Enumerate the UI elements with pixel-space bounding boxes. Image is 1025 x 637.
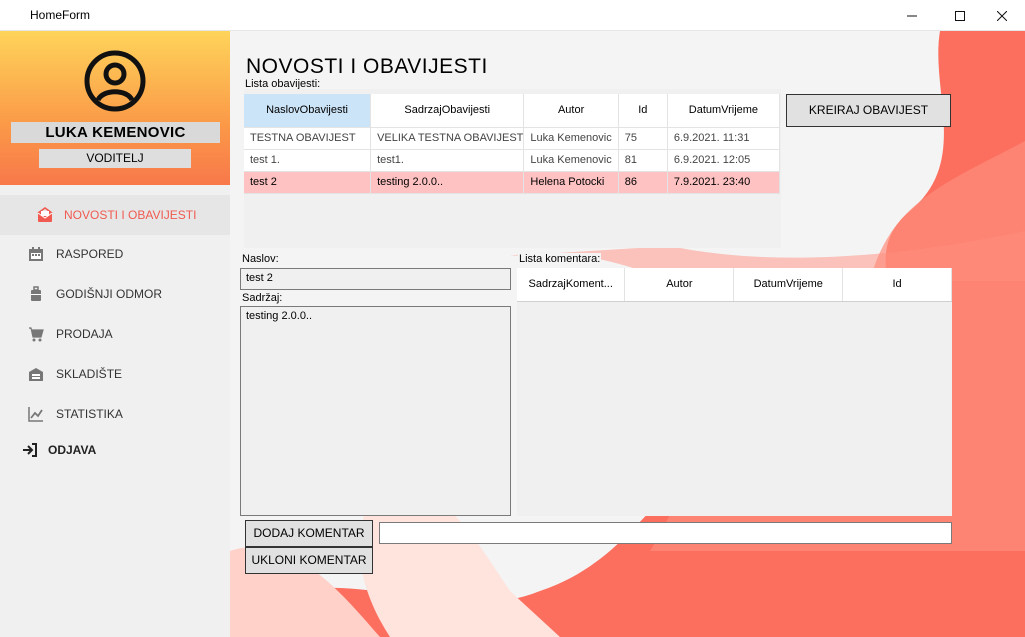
chart-line-icon: [28, 406, 44, 422]
maximize-icon: [955, 10, 965, 21]
create-announcement-button[interactable]: KREIRAJ OBAVIJEST: [786, 94, 951, 127]
sidebar: LUKA KEMENOVIC VODITELJ NOVOSTI I OBAVIJ…: [0, 31, 230, 637]
close-icon: [997, 10, 1007, 21]
table-cell: 6.9.2021. 11:31: [667, 127, 781, 150]
column-header[interactable]: NaslovObavijesti: [244, 94, 372, 128]
warehouse-icon: [28, 366, 44, 382]
table-row[interactable]: TESTNA OBAVIJEST VELIKA TESTNA OBAVIJEST…: [244, 127, 781, 150]
cart-icon: [28, 326, 44, 342]
column-header[interactable]: Id: [618, 94, 668, 128]
table-cell: 86: [618, 171, 668, 194]
column-header[interactable]: DatumVrijeme: [733, 268, 844, 302]
announcements-table[interactable]: NaslovObavijesti SadrzajObavijesti Autor…: [244, 94, 781, 194]
luggage-icon: [28, 286, 44, 302]
nav-label: PRODAJA: [56, 327, 113, 341]
comments-label: Lista komentara:: [518, 253, 602, 265]
table-row[interactable]: test 1. test1. Luka Kemenovic 81 6.9.202…: [244, 149, 781, 172]
column-header[interactable]: DatumVrijeme: [667, 94, 781, 128]
table-cell: VELIKA TESTNA OBAVIJEST: [370, 127, 525, 150]
profile-panel: LUKA KEMENOVIC VODITELJ: [0, 31, 230, 185]
title-bar: HomeForm: [0, 0, 1025, 31]
main-content: NOVOSTI I OBAVIJESTI Lista obavijesti: N…: [230, 31, 1025, 637]
close-button[interactable]: [979, 0, 1025, 31]
content-field[interactable]: testing 2.0.0..: [240, 306, 511, 516]
maximize-button[interactable]: [937, 0, 983, 31]
table-cell: Luka Kemenovic: [523, 127, 619, 150]
table-cell: testing 2.0.0..: [370, 171, 525, 194]
table-cell: Luka Kemenovic: [523, 149, 619, 172]
page-title: NOVOSTI I OBAVIJESTI: [246, 55, 488, 78]
table-cell: 75: [618, 127, 668, 150]
mail-open-icon: [37, 207, 53, 223]
table-cell: test 1.: [244, 149, 372, 172]
table-row-selected[interactable]: test 2 testing 2.0.0.. Helena Potocki 86…: [244, 171, 781, 194]
nav-item-prodaja[interactable]: PRODAJA: [0, 314, 230, 354]
user-name: LUKA KEMENOVIC: [11, 122, 220, 143]
column-header[interactable]: SadrzajKoment...: [517, 268, 626, 302]
column-header[interactable]: Autor: [624, 268, 735, 302]
table-cell: test 2: [244, 171, 372, 194]
nav-label: STATISTIKA: [56, 407, 123, 421]
column-header[interactable]: Autor: [523, 94, 619, 128]
minimize-button[interactable]: [889, 0, 935, 31]
table-cell: Helena Potocki: [523, 171, 619, 194]
nav-item-novosti[interactable]: NOVOSTI I OBAVIJESTI: [0, 195, 230, 235]
nav-item-skladiste[interactable]: SKLADIŠTE: [0, 354, 230, 394]
user-role: VODITELJ: [39, 149, 191, 168]
nav-label: GODIŠNJI ODMOR: [56, 287, 163, 301]
title-field-label: Naslov:: [241, 253, 280, 265]
nav-item-statistika[interactable]: STATISTIKA: [0, 394, 230, 434]
content-field-label: Sadržaj:: [241, 292, 284, 304]
comments-panel: [517, 268, 952, 516]
nav-item-raspored[interactable]: RASPORED: [0, 234, 230, 274]
comment-input[interactable]: [379, 522, 952, 544]
nav-item-godisnji-odmor[interactable]: GODIŠNJI ODMOR: [0, 274, 230, 314]
table-cell: 6.9.2021. 12:05: [667, 149, 781, 172]
nav-label: RASPORED: [56, 247, 124, 261]
user-avatar-icon: [84, 50, 146, 112]
table-cell: 7.9.2021. 23:40: [667, 171, 781, 194]
comments-table[interactable]: SadrzajKoment... Autor DatumVrijeme Id: [517, 268, 952, 302]
column-header[interactable]: SadrzajObavijesti: [370, 94, 525, 128]
nav-label: SKLADIŠTE: [56, 367, 123, 381]
title-field[interactable]: test 2: [240, 268, 511, 290]
table-cell: TESTNA OBAVIJEST: [244, 127, 372, 150]
remove-comment-button[interactable]: UKLONI KOMENTAR: [245, 547, 373, 574]
calendar-icon: [28, 246, 44, 262]
minimize-icon: [907, 15, 917, 16]
table-cell: 81: [618, 149, 668, 172]
add-comment-button[interactable]: DODAJ KOMENTAR: [245, 520, 373, 547]
logout-button[interactable]: ODJAVA: [0, 430, 230, 470]
nav-label: ODJAVA: [48, 443, 97, 457]
column-header[interactable]: Id: [842, 268, 952, 302]
table-cell: test1.: [370, 149, 525, 172]
window-title: HomeForm: [30, 8, 91, 22]
nav-label: NOVOSTI I OBAVIJESTI: [64, 208, 197, 222]
sign-out-icon: [22, 442, 38, 458]
